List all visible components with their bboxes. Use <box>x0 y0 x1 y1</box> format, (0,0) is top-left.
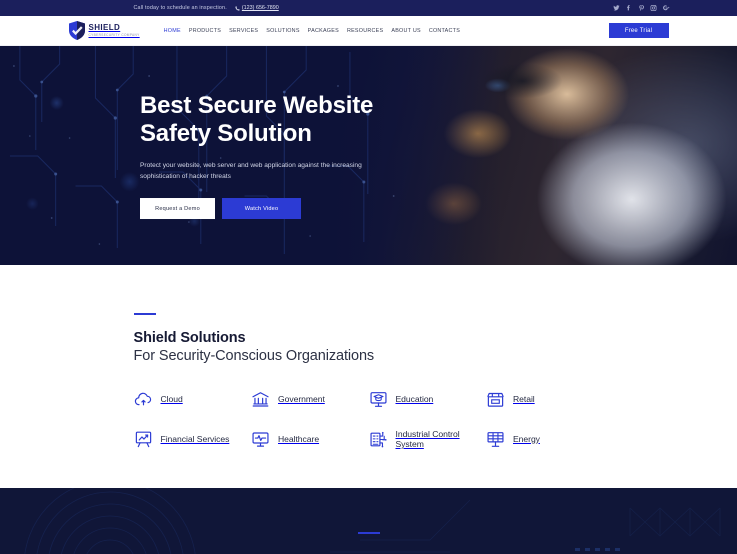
hero-content: Best Secure Website Safety Solution Prot… <box>140 92 440 220</box>
solution-item-education[interactable]: Education <box>369 390 487 409</box>
nav-item-solutions[interactable]: SOLUTIONS <box>266 28 299 34</box>
social-link-google-plus[interactable] <box>662 5 670 12</box>
social-links <box>612 4 670 12</box>
solution-label-retail: Retail <box>513 393 535 404</box>
watch-video-button[interactable]: Watch Video <box>222 198 301 220</box>
logo[interactable]: SHIELD CYBERSECURITY COMPANY <box>68 21 140 40</box>
solution-item-cloud[interactable]: Cloud <box>134 390 252 409</box>
bottom-accent-line <box>357 532 380 534</box>
phone-number: (123) 656-7890 <box>241 5 279 11</box>
free-trial-button[interactable]: Free Trial <box>608 23 669 38</box>
twitter-icon <box>612 5 620 11</box>
social-link-twitter[interactable] <box>612 5 620 12</box>
solution-item-government[interactable]: Government <box>251 390 369 409</box>
hero-description: Protect your website, web server and web… <box>140 162 362 180</box>
hero-title-line-1: Best Secure Website <box>140 91 374 119</box>
google-plus-icon <box>662 5 669 11</box>
nav-item-services[interactable]: SERVICES <box>229 28 258 34</box>
solutions-grid: Cloud Government Education Retail Financ… <box>134 390 604 450</box>
solution-item-energy[interactable]: Energy <box>486 429 604 450</box>
nav-item-home[interactable]: HOME <box>164 28 181 34</box>
solution-item-industrial-control-system[interactable]: Industrial Control System <box>369 429 487 450</box>
solutions-subtitle: For Security-Conscious Organizations <box>133 347 375 364</box>
pinterest-icon <box>638 4 644 11</box>
social-link-instagram[interactable] <box>650 5 657 12</box>
solution-label-industrial-control-system: Industrial Control System <box>395 428 460 450</box>
solar-panel-icon <box>487 431 504 447</box>
solutions-section: Shield Solutions For Security-Conscious … <box>0 265 737 488</box>
site-header: SHIELD CYBERSECURITY COMPANY HOME PRODUC… <box>0 16 737 46</box>
nav-item-resources[interactable]: RESOURCES <box>347 28 383 34</box>
monitor-heartbeat-icon <box>252 431 269 447</box>
solution-item-healthcare[interactable]: Healthcare <box>251 429 369 450</box>
hero-buttons: Request a Demo Watch Video <box>140 198 440 220</box>
hero-title-line-2: Safety Solution <box>140 119 312 147</box>
bottom-section <box>0 488 737 554</box>
phone-link[interactable]: (123) 656-7890 <box>235 5 279 11</box>
chart-easel-icon <box>135 431 151 447</box>
hero-title: Best Secure Website Safety Solution <box>140 92 440 149</box>
cloud-upload-icon <box>134 392 151 405</box>
logo-title: SHIELD <box>88 23 121 33</box>
tech-background-decoration <box>24 488 721 554</box>
top-bar-message: Call today to schedule an inspection. <box>133 5 227 11</box>
top-bar-inner: Call today to schedule an inspection. (1… <box>133 4 669 11</box>
shield-logo-icon <box>68 21 85 40</box>
hero-section: Best Secure Website Safety Solution Prot… <box>0 46 737 265</box>
nav-item-contacts[interactable]: CONTACTS <box>429 28 460 34</box>
solution-label-cloud: Cloud <box>160 393 183 404</box>
instagram-icon <box>650 5 657 11</box>
solution-label-energy: Energy <box>513 433 540 444</box>
solution-label-government: Government <box>278 393 325 404</box>
solution-label-healthcare: Healthcare <box>278 433 320 444</box>
logo-subtitle: CYBERSECURITY COMPANY <box>88 32 140 37</box>
nav-item-products[interactable]: PRODUCTS <box>189 28 221 34</box>
monitor-graduation-cap-icon <box>369 391 387 407</box>
solution-label-financial-services: Financial Services <box>160 433 230 444</box>
nav-item-about-us[interactable]: ABOUT US <box>391 28 420 34</box>
bank-columns-icon <box>252 391 269 407</box>
request-demo-button[interactable]: Request a Demo <box>140 198 215 220</box>
social-link-pinterest[interactable] <box>638 4 645 12</box>
main-nav: HOME PRODUCTS SERVICES SOLUTIONS PACKAGE… <box>164 28 460 34</box>
section-accent-line <box>133 313 156 315</box>
facebook-icon <box>627 5 630 11</box>
nav-item-packages[interactable]: PACKAGES <box>308 28 339 34</box>
top-bar: Call today to schedule an inspection. (1… <box>0 0 737 16</box>
solution-item-financial-services[interactable]: Financial Services <box>134 429 252 450</box>
phone-icon <box>235 5 240 11</box>
social-link-facebook[interactable] <box>625 5 632 12</box>
industrial-circuit-icon <box>369 431 387 447</box>
solutions-inner: Shield Solutions For Security-Conscious … <box>133 313 604 450</box>
storefront-icon <box>487 392 504 407</box>
header-inner: SHIELD CYBERSECURITY COMPANY HOME PRODUC… <box>68 21 669 40</box>
logo-text: SHIELD CYBERSECURITY COMPANY <box>89 24 140 37</box>
solution-item-retail[interactable]: Retail <box>486 390 604 409</box>
solution-label-education: Education <box>395 393 434 404</box>
solutions-title: Shield Solutions <box>133 329 246 346</box>
